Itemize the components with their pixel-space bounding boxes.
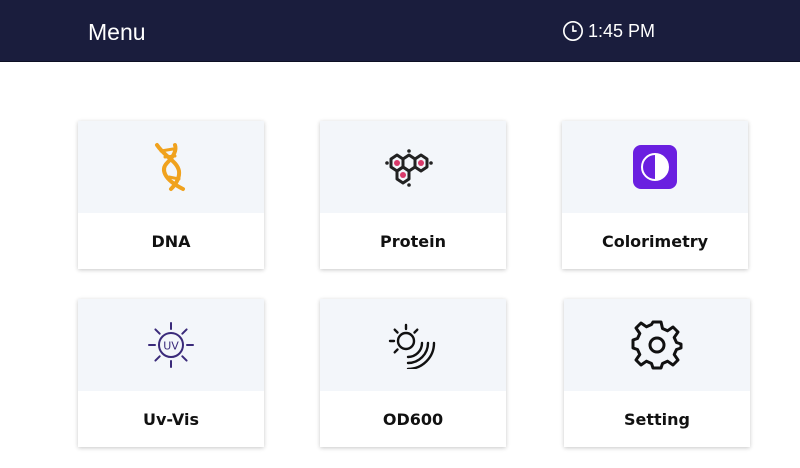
tile-icon-area: UV bbox=[78, 299, 264, 391]
tile-icon-area bbox=[320, 299, 506, 391]
od600-icon bbox=[388, 323, 436, 369]
dna-icon bbox=[155, 143, 185, 191]
tile-protein[interactable]: Protein bbox=[320, 121, 506, 269]
colorimetry-icon bbox=[633, 145, 677, 189]
tile-label-od600: OD600 bbox=[382, 409, 444, 429]
svg-text:UV: UV bbox=[163, 340, 179, 353]
top-bar: Menu 1:45 PM bbox=[0, 0, 800, 62]
tile-icon-area bbox=[564, 299, 750, 391]
tile-label-setting: Setting bbox=[624, 409, 690, 429]
tile-label-protein: Protein bbox=[380, 231, 446, 251]
tile-icon-area bbox=[78, 121, 264, 213]
tile-label-dna: DNA bbox=[151, 231, 191, 251]
tile-uv-vis[interactable]: UV Uv-Vis bbox=[78, 299, 264, 447]
protein-icon bbox=[385, 149, 433, 187]
tile-od600[interactable]: OD600 bbox=[320, 299, 506, 447]
page-title: Menu bbox=[88, 19, 146, 45]
tile-icon-area bbox=[562, 121, 748, 213]
clock: 1:45 PM bbox=[562, 19, 655, 43]
gear-icon bbox=[631, 320, 683, 370]
clock-icon bbox=[563, 21, 583, 41]
clock-time: 1:45 PM bbox=[588, 20, 656, 41]
tile-dna[interactable]: DNA bbox=[78, 121, 264, 269]
uv-icon: UV bbox=[148, 322, 194, 368]
tile-icon-area bbox=[320, 121, 506, 213]
tile-colorimetry[interactable]: Colorimetry bbox=[562, 121, 748, 269]
tile-label-uv-vis: Uv-Vis bbox=[142, 409, 199, 429]
tile-label-colorimetry: Colorimetry bbox=[601, 231, 709, 251]
tile-setting[interactable]: Setting bbox=[564, 299, 750, 447]
